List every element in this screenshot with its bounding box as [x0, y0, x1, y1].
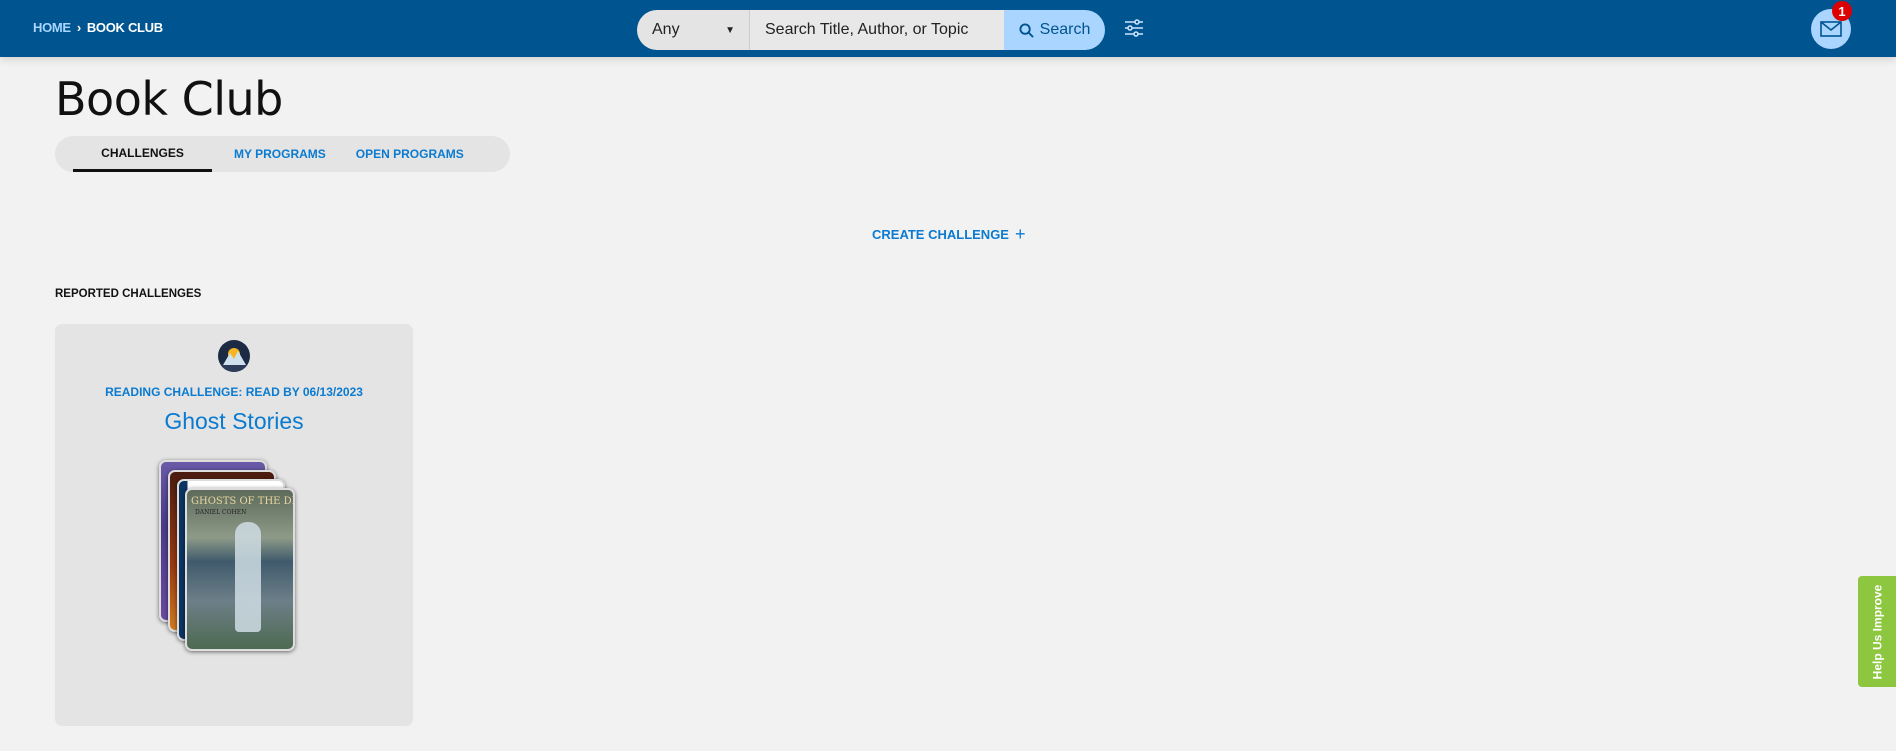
- breadcrumb-current: BOOK CLUB: [86, 20, 163, 35]
- challenge-type: READING CHALLENGE: READ BY 06/13/2023: [105, 385, 363, 399]
- challenge-card[interactable]: READING CHALLENGE: READ BY 06/13/2023 Gh…: [55, 324, 413, 726]
- search-button[interactable]: Search: [1004, 10, 1105, 50]
- search-icon: [1019, 22, 1034, 38]
- cover-author: DANIEL COHEN: [195, 509, 247, 516]
- create-challenge-label: CREATE CHALLENGE: [872, 227, 1009, 242]
- envelope-icon: [1820, 21, 1842, 37]
- caret-down-icon: ▼: [725, 24, 735, 36]
- section-title: REPORTED CHALLENGES: [55, 288, 202, 300]
- create-challenge-button[interactable]: CREATE CHALLENGE +: [872, 224, 1026, 245]
- tab-open-programs[interactable]: OPEN PROGRAMS: [344, 136, 476, 172]
- search-bar: Any ▼ Search: [637, 10, 1105, 50]
- help-us-improve-tab[interactable]: Help Us Improve: [1858, 576, 1896, 687]
- tab-my-programs[interactable]: MY PROGRAMS: [222, 136, 338, 172]
- plus-icon: +: [1014, 224, 1026, 244]
- scope-value: Any: [652, 21, 680, 38]
- book-cover-ghosts-of-the-deep: GHOSTS OF THE DEEP DANIEL COHEN: [185, 488, 295, 651]
- help-label: Help Us Improve: [1870, 584, 1885, 679]
- ghost-figure: [235, 522, 261, 632]
- search-scope-select[interactable]: Any ▼: [637, 10, 750, 50]
- notification-badge: 1: [1832, 1, 1852, 21]
- chevron-right-icon: ›: [76, 20, 81, 35]
- cover-title: GHOSTS OF THE DEEP: [191, 496, 293, 507]
- search-button-label: Search: [1039, 21, 1091, 38]
- page-title: Book Club: [55, 72, 283, 126]
- tab-challenges[interactable]: CHALLENGES: [73, 136, 212, 172]
- breadcrumb-home[interactable]: HOME: [33, 20, 71, 35]
- tab-bar: CHALLENGES MY PROGRAMS OPEN PROGRAMS: [55, 136, 510, 172]
- search-input[interactable]: [750, 10, 1004, 50]
- top-header: HOME › BOOK CLUB Any ▼ Search 1: [0, 0, 1896, 57]
- breadcrumb: HOME › BOOK CLUB: [33, 20, 163, 35]
- challenge-avatar: [218, 340, 250, 372]
- challenge-title[interactable]: Ghost Stories: [55, 408, 413, 435]
- filter-sliders-icon[interactable]: [1124, 18, 1144, 38]
